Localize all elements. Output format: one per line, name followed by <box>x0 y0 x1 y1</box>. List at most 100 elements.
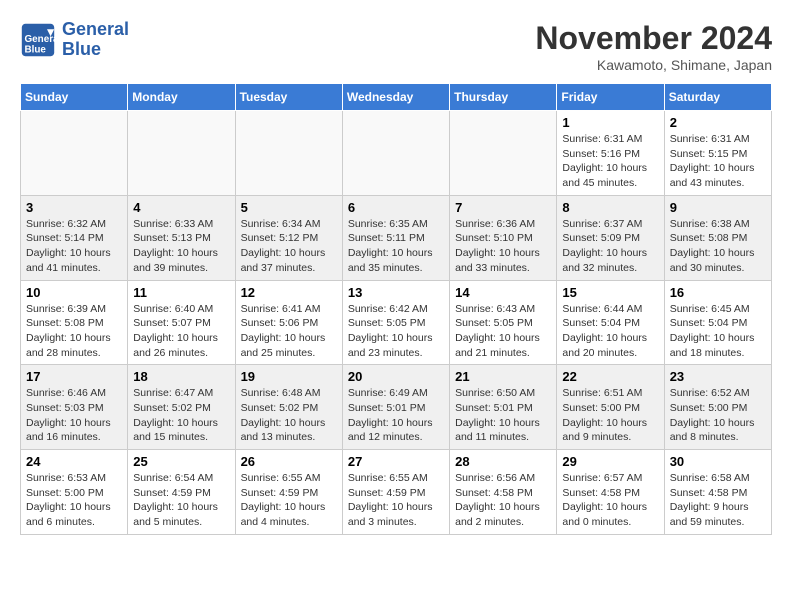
weekday-header-wednesday: Wednesday <box>342 84 449 111</box>
day-number: 4 <box>133 200 229 215</box>
calendar: SundayMondayTuesdayWednesdayThursdayFrid… <box>20 83 772 535</box>
day-info: Sunrise: 6:49 AM Sunset: 5:01 PM Dayligh… <box>348 386 444 445</box>
day-info: Sunrise: 6:55 AM Sunset: 4:59 PM Dayligh… <box>241 471 337 530</box>
calendar-cell <box>128 111 235 196</box>
calendar-cell: 24Sunrise: 6:53 AM Sunset: 5:00 PM Dayli… <box>21 450 128 535</box>
calendar-cell: 6Sunrise: 6:35 AM Sunset: 5:11 PM Daylig… <box>342 195 449 280</box>
svg-text:General: General <box>25 34 57 45</box>
day-number: 28 <box>455 454 551 469</box>
day-number: 13 <box>348 285 444 300</box>
calendar-cell: 27 Sunrise: 6:55 AM Sunset: 4:59 PM Dayli… <box>342 450 449 535</box>
day-info: Sunrise: 6:52 AM Sunset: 5:00 PM Dayligh… <box>670 386 766 445</box>
day-info: Sunrise: 6:43 AM Sunset: 5:05 PM Dayligh… <box>455 302 551 361</box>
calendar-cell: 16Sunrise: 6:45 AM Sunset: 5:04 PM Dayli… <box>664 280 771 365</box>
calendar-cell <box>342 111 449 196</box>
month-title: November 2024 <box>535 20 772 57</box>
week-row-3: 10 Sunrise: 6:39 AM Sunset: 5:08 PM Dayli… <box>21 280 772 365</box>
day-info: Sunrise: 6:41 AM Sunset: 5:06 PM Dayligh… <box>241 302 337 361</box>
day-number: 22 <box>562 369 658 384</box>
day-number: 16 <box>670 285 766 300</box>
calendar-cell: 14 Sunrise: 6:43 AM Sunset: 5:05 PM Dayli… <box>450 280 557 365</box>
day-info: Sunrise: 6:46 AM Sunset: 5:03 PM Dayligh… <box>26 386 122 445</box>
day-info: Sunrise: 6:44 AM Sunset: 5:04 PM Dayligh… <box>562 302 658 361</box>
calendar-cell: 19 Sunrise: 6:48 AM Sunset: 5:02 PM Dayli… <box>235 365 342 450</box>
day-number: 21 <box>455 369 551 384</box>
day-number: 7 <box>455 200 551 215</box>
logo: General Blue General Blue <box>20 20 129 60</box>
calendar-cell: 5 Sunrise: 6:34 AM Sunset: 5:12 PM Daylig… <box>235 195 342 280</box>
day-info: Sunrise: 6:31 AM Sunset: 5:16 PM Dayligh… <box>562 132 658 191</box>
day-info: Sunrise: 6:31 AM Sunset: 5:15 PM Dayligh… <box>670 132 766 191</box>
day-number: 29 <box>562 454 658 469</box>
day-info: Sunrise: 6:55 AM Sunset: 4:59 PM Dayligh… <box>348 471 444 530</box>
weekday-header-thursday: Thursday <box>450 84 557 111</box>
day-number: 5 <box>241 200 337 215</box>
day-number: 30 <box>670 454 766 469</box>
day-number: 12 <box>241 285 337 300</box>
week-row-5: 24Sunrise: 6:53 AM Sunset: 5:00 PM Dayli… <box>21 450 772 535</box>
calendar-cell: 1Sunrise: 6:31 AM Sunset: 5:16 PM Daylig… <box>557 111 664 196</box>
day-info: Sunrise: 6:36 AM Sunset: 5:10 PM Dayligh… <box>455 217 551 276</box>
calendar-cell: 12 Sunrise: 6:41 AM Sunset: 5:06 PM Dayli… <box>235 280 342 365</box>
day-number: 18 <box>133 369 229 384</box>
header: General Blue General Blue November 2024 … <box>20 20 772 73</box>
day-number: 23 <box>670 369 766 384</box>
calendar-cell: 8 Sunrise: 6:37 AM Sunset: 5:09 PM Daylig… <box>557 195 664 280</box>
weekday-header-tuesday: Tuesday <box>235 84 342 111</box>
day-info: Sunrise: 6:57 AM Sunset: 4:58 PM Dayligh… <box>562 471 658 530</box>
day-info: Sunrise: 6:35 AM Sunset: 5:11 PM Dayligh… <box>348 217 444 276</box>
day-number: 26 <box>241 454 337 469</box>
week-row-1: 1Sunrise: 6:31 AM Sunset: 5:16 PM Daylig… <box>21 111 772 196</box>
calendar-cell: 7 Sunrise: 6:36 AM Sunset: 5:10 PM Daylig… <box>450 195 557 280</box>
logo-icon: General Blue <box>20 22 56 58</box>
calendar-cell: 10 Sunrise: 6:39 AM Sunset: 5:08 PM Dayli… <box>21 280 128 365</box>
day-info: Sunrise: 6:51 AM Sunset: 5:00 PM Dayligh… <box>562 386 658 445</box>
day-number: 8 <box>562 200 658 215</box>
day-info: Sunrise: 6:42 AM Sunset: 5:05 PM Dayligh… <box>348 302 444 361</box>
day-info: Sunrise: 6:58 AM Sunset: 4:58 PM Dayligh… <box>670 471 766 530</box>
day-number: 10 <box>26 285 122 300</box>
calendar-cell: 29 Sunrise: 6:57 AM Sunset: 4:58 PM Dayli… <box>557 450 664 535</box>
calendar-cell: 11 Sunrise: 6:40 AM Sunset: 5:07 PM Dayli… <box>128 280 235 365</box>
calendar-cell: 20 Sunrise: 6:49 AM Sunset: 5:01 PM Dayli… <box>342 365 449 450</box>
day-info: Sunrise: 6:37 AM Sunset: 5:09 PM Dayligh… <box>562 217 658 276</box>
day-info: Sunrise: 6:32 AM Sunset: 5:14 PM Dayligh… <box>26 217 122 276</box>
calendar-cell: 23 Sunrise: 6:52 AM Sunset: 5:00 PM Dayli… <box>664 365 771 450</box>
day-number: 11 <box>133 285 229 300</box>
calendar-cell: 13 Sunrise: 6:42 AM Sunset: 5:05 PM Dayli… <box>342 280 449 365</box>
calendar-cell: 21 Sunrise: 6:50 AM Sunset: 5:01 PM Dayli… <box>450 365 557 450</box>
calendar-cell: 2 Sunrise: 6:31 AM Sunset: 5:15 PM Daylig… <box>664 111 771 196</box>
day-info: Sunrise: 6:48 AM Sunset: 5:02 PM Dayligh… <box>241 386 337 445</box>
day-number: 14 <box>455 285 551 300</box>
day-info: Sunrise: 6:40 AM Sunset: 5:07 PM Dayligh… <box>133 302 229 361</box>
day-info: Sunrise: 6:34 AM Sunset: 5:12 PM Dayligh… <box>241 217 337 276</box>
day-number: 19 <box>241 369 337 384</box>
day-info: Sunrise: 6:38 AM Sunset: 5:08 PM Dayligh… <box>670 217 766 276</box>
calendar-cell: 26 Sunrise: 6:55 AM Sunset: 4:59 PM Dayli… <box>235 450 342 535</box>
weekday-header-monday: Monday <box>128 84 235 111</box>
day-number: 3 <box>26 200 122 215</box>
calendar-cell <box>235 111 342 196</box>
day-info: Sunrise: 6:53 AM Sunset: 5:00 PM Dayligh… <box>26 471 122 530</box>
calendar-cell <box>21 111 128 196</box>
day-number: 9 <box>670 200 766 215</box>
week-row-4: 17 Sunrise: 6:46 AM Sunset: 5:03 PM Dayli… <box>21 365 772 450</box>
day-number: 17 <box>26 369 122 384</box>
day-info: Sunrise: 6:39 AM Sunset: 5:08 PM Dayligh… <box>26 302 122 361</box>
day-number: 15 <box>562 285 658 300</box>
day-info: Sunrise: 6:50 AM Sunset: 5:01 PM Dayligh… <box>455 386 551 445</box>
calendar-cell: 22 Sunrise: 6:51 AM Sunset: 5:00 PM Dayli… <box>557 365 664 450</box>
day-number: 20 <box>348 369 444 384</box>
day-info: Sunrise: 6:54 AM Sunset: 4:59 PM Dayligh… <box>133 471 229 530</box>
calendar-cell: 15 Sunrise: 6:44 AM Sunset: 5:04 PM Dayli… <box>557 280 664 365</box>
day-number: 27 <box>348 454 444 469</box>
weekday-header-friday: Friday <box>557 84 664 111</box>
weekday-header-saturday: Saturday <box>664 84 771 111</box>
day-number: 2 <box>670 115 766 130</box>
location: Kawamoto, Shimane, Japan <box>535 57 772 73</box>
day-info: Sunrise: 6:33 AM Sunset: 5:13 PM Dayligh… <box>133 217 229 276</box>
calendar-cell: 17 Sunrise: 6:46 AM Sunset: 5:03 PM Dayli… <box>21 365 128 450</box>
weekday-header-row: SundayMondayTuesdayWednesdayThursdayFrid… <box>21 84 772 111</box>
calendar-cell: 9 Sunrise: 6:38 AM Sunset: 5:08 PM Daylig… <box>664 195 771 280</box>
calendar-cell: 30 Sunrise: 6:58 AM Sunset: 4:58 PM Dayli… <box>664 450 771 535</box>
